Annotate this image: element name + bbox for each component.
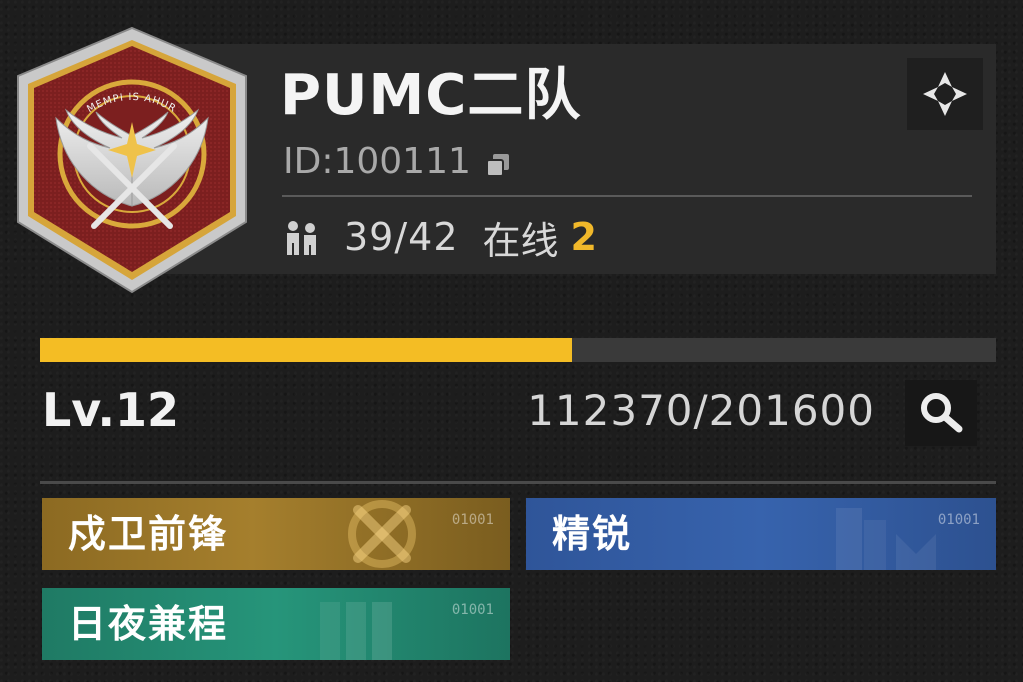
members-icon — [287, 221, 316, 255]
tag-code: 01001 — [451, 512, 494, 528]
buildings-icon — [836, 508, 936, 570]
team-emblem: MEMPI IS AHUR — [17, 26, 247, 294]
tag-code: 01001 — [937, 512, 980, 528]
tag-label: 戍卫前锋 — [68, 512, 229, 556]
target-icon — [923, 72, 967, 116]
tag-label: 精锐 — [552, 512, 633, 556]
tag-elite[interactable]: 精锐 01001 — [526, 498, 996, 570]
tag-code: 01001 — [451, 602, 494, 618]
member-count: 39/42 — [344, 215, 459, 259]
online-label: 在线 — [482, 218, 559, 263]
member-summary: 39/42 在线 2 — [282, 212, 597, 263]
team-name: PUMC二队 — [280, 63, 582, 128]
crossed-swords-icon — [348, 500, 416, 568]
locate-button[interactable] — [907, 58, 983, 130]
search-button[interactable] — [905, 380, 977, 446]
section-divider — [40, 481, 996, 484]
team-id-label: ID: — [283, 141, 334, 182]
team-id-value: 100111 — [333, 141, 471, 182]
tag-vanguard[interactable]: 戍卫前锋 01001 — [42, 498, 510, 570]
level-progress-bar — [40, 338, 996, 362]
level-progress-fill — [40, 338, 573, 362]
chevron-stripes-icon — [320, 602, 392, 660]
exp-value: 112370/201600 — [527, 386, 875, 435]
tag-label: 日夜兼程 — [68, 602, 229, 646]
level-label: Lv.12 — [42, 383, 180, 437]
header-divider — [282, 195, 972, 197]
team-id: ID: 100111 — [283, 140, 513, 184]
search-icon — [921, 393, 963, 433]
tag-day-and-night[interactable]: 日夜兼程 01001 — [42, 588, 510, 660]
online-count: 2 — [570, 215, 597, 259]
copy-icon[interactable] — [483, 147, 513, 177]
